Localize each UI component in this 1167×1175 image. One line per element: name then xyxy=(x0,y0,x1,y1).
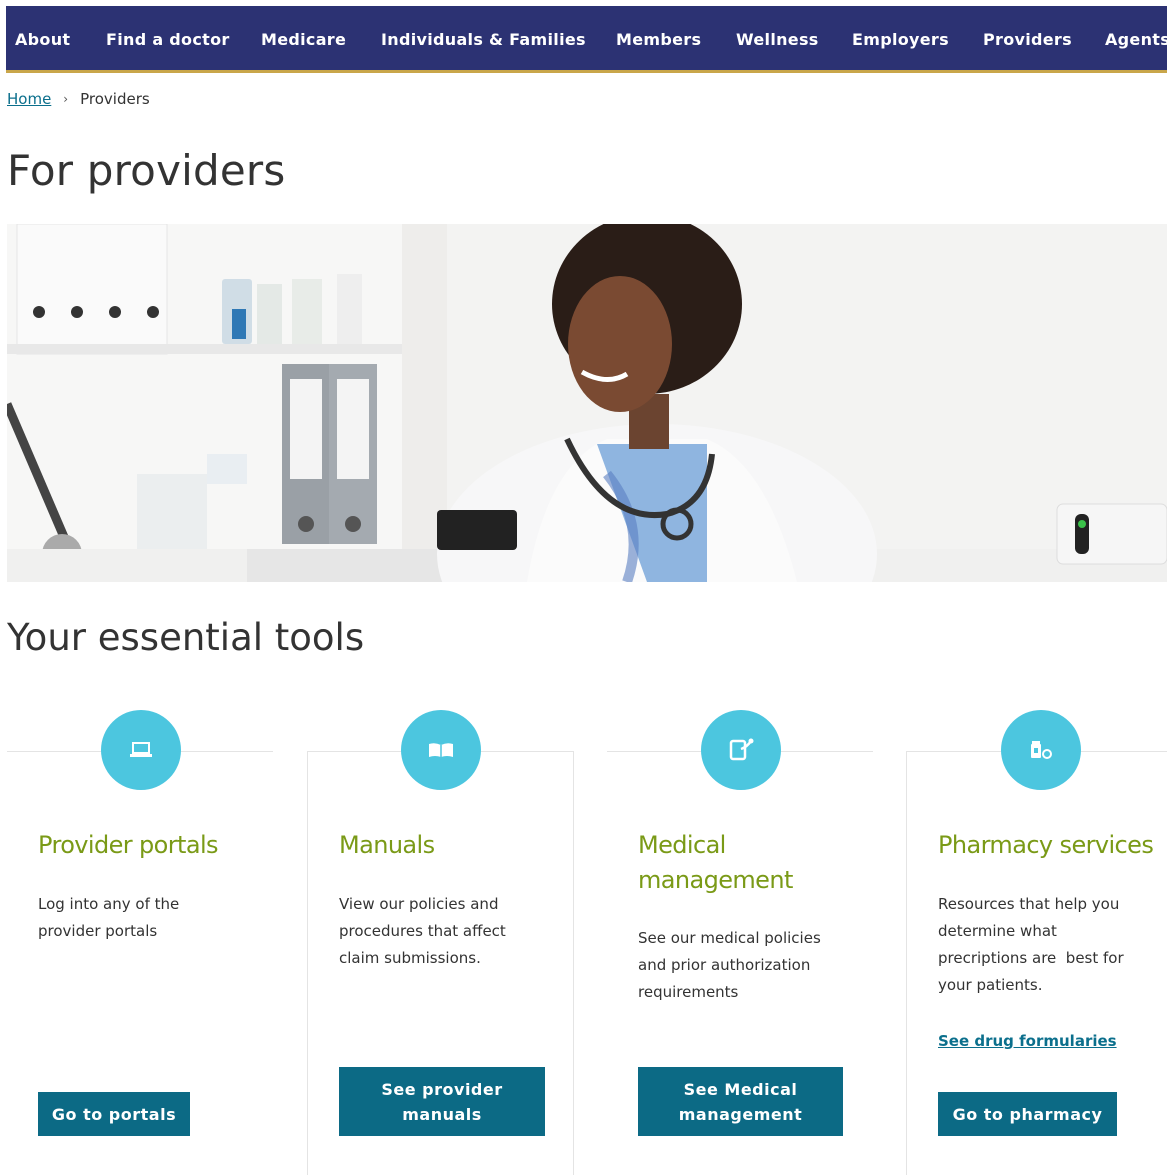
page-title: For providers xyxy=(7,146,286,195)
button-label-line: See Medical xyxy=(683,1079,798,1099)
description-line: determine what xyxy=(938,922,1057,940)
nav-individuals-families[interactable]: Individuals & Families xyxy=(381,30,586,49)
nav-about[interactable]: About xyxy=(15,30,70,49)
card-pharmacy-services: Pharmacy services Resources that help yo… xyxy=(906,710,1167,1175)
description-line: provider portals xyxy=(38,922,158,940)
card-manuals: Manuals View our policies and procedures… xyxy=(307,710,574,1175)
button-label-line: See provider xyxy=(381,1079,503,1099)
breadcrumb: Home › Providers xyxy=(7,90,150,108)
description-line: claim submissions. xyxy=(339,949,481,967)
card-title: Medical management xyxy=(638,828,793,898)
description-line: precriptions are best for xyxy=(938,949,1124,967)
pill-bottle-icon xyxy=(1001,710,1081,790)
chevron-right-icon: › xyxy=(63,92,69,106)
top-navigation: About Find a doctor Medicare Individuals… xyxy=(6,6,1167,73)
card-title: Manuals xyxy=(339,831,435,859)
nav-employers[interactable]: Employers xyxy=(852,30,949,49)
card-description: View our policies and procedures that af… xyxy=(339,891,506,972)
section-title: Your essential tools xyxy=(7,616,365,659)
card-description: See our medical policies and prior autho… xyxy=(638,925,821,1006)
description-line: See our medical policies xyxy=(638,929,821,947)
nav-find-a-doctor[interactable]: Find a doctor xyxy=(106,30,230,49)
doctor-at-desk-photo xyxy=(7,224,1167,582)
button-label: See Medical management xyxy=(679,1077,803,1127)
hero-image xyxy=(7,224,1167,582)
description-line: View our policies and xyxy=(339,895,499,913)
nav-medicare[interactable]: Medicare xyxy=(261,30,346,49)
button-label: See provider manuals xyxy=(381,1077,502,1127)
see-medical-management-button[interactable]: See Medical management xyxy=(638,1067,843,1136)
nav-wellness[interactable]: Wellness xyxy=(736,30,819,49)
card-description: Log into any of the provider portals xyxy=(38,891,179,945)
description-line: procedures that affect xyxy=(339,922,506,940)
button-label-line: management xyxy=(678,1104,803,1124)
description-line: Resources that help you xyxy=(938,895,1120,913)
book-icon xyxy=(401,710,481,790)
description-line: your patients. xyxy=(938,976,1043,994)
button-label: Go to portals xyxy=(51,1104,177,1124)
card-title: Provider portals xyxy=(38,831,219,859)
see-drug-formularies-link[interactable]: See drug formularies xyxy=(938,1032,1117,1050)
go-to-pharmacy-button[interactable]: Go to pharmacy xyxy=(938,1092,1117,1136)
button-label: Go to pharmacy xyxy=(952,1104,1103,1124)
nav-agents[interactable]: Agents xyxy=(1105,30,1167,49)
description-line: requirements xyxy=(638,983,739,1001)
card-title-line: Medical xyxy=(638,831,726,859)
go-to-portals-button[interactable]: Go to portals xyxy=(38,1092,190,1136)
card-title: Pharmacy services xyxy=(938,831,1154,859)
nav-providers[interactable]: Providers xyxy=(983,30,1072,49)
card-provider-portals: Provider portals Log into any of the pro… xyxy=(7,710,273,1175)
nav-members[interactable]: Members xyxy=(616,30,701,49)
button-label-line: manuals xyxy=(402,1104,482,1124)
card-title-line: management xyxy=(638,866,793,894)
description-line: Log into any of the xyxy=(38,895,180,913)
see-provider-manuals-button[interactable]: See provider manuals xyxy=(339,1067,545,1136)
description-line: and prior authorization xyxy=(638,956,811,974)
breadcrumb-home-link[interactable]: Home xyxy=(7,90,51,108)
clipboard-stethoscope-icon xyxy=(701,710,781,790)
card-description: Resources that help you determine what p… xyxy=(938,891,1124,999)
laptop-icon xyxy=(101,710,181,790)
breadcrumb-current: Providers xyxy=(80,90,150,108)
card-medical-management: Medical management See our medical polic… xyxy=(607,710,873,1175)
